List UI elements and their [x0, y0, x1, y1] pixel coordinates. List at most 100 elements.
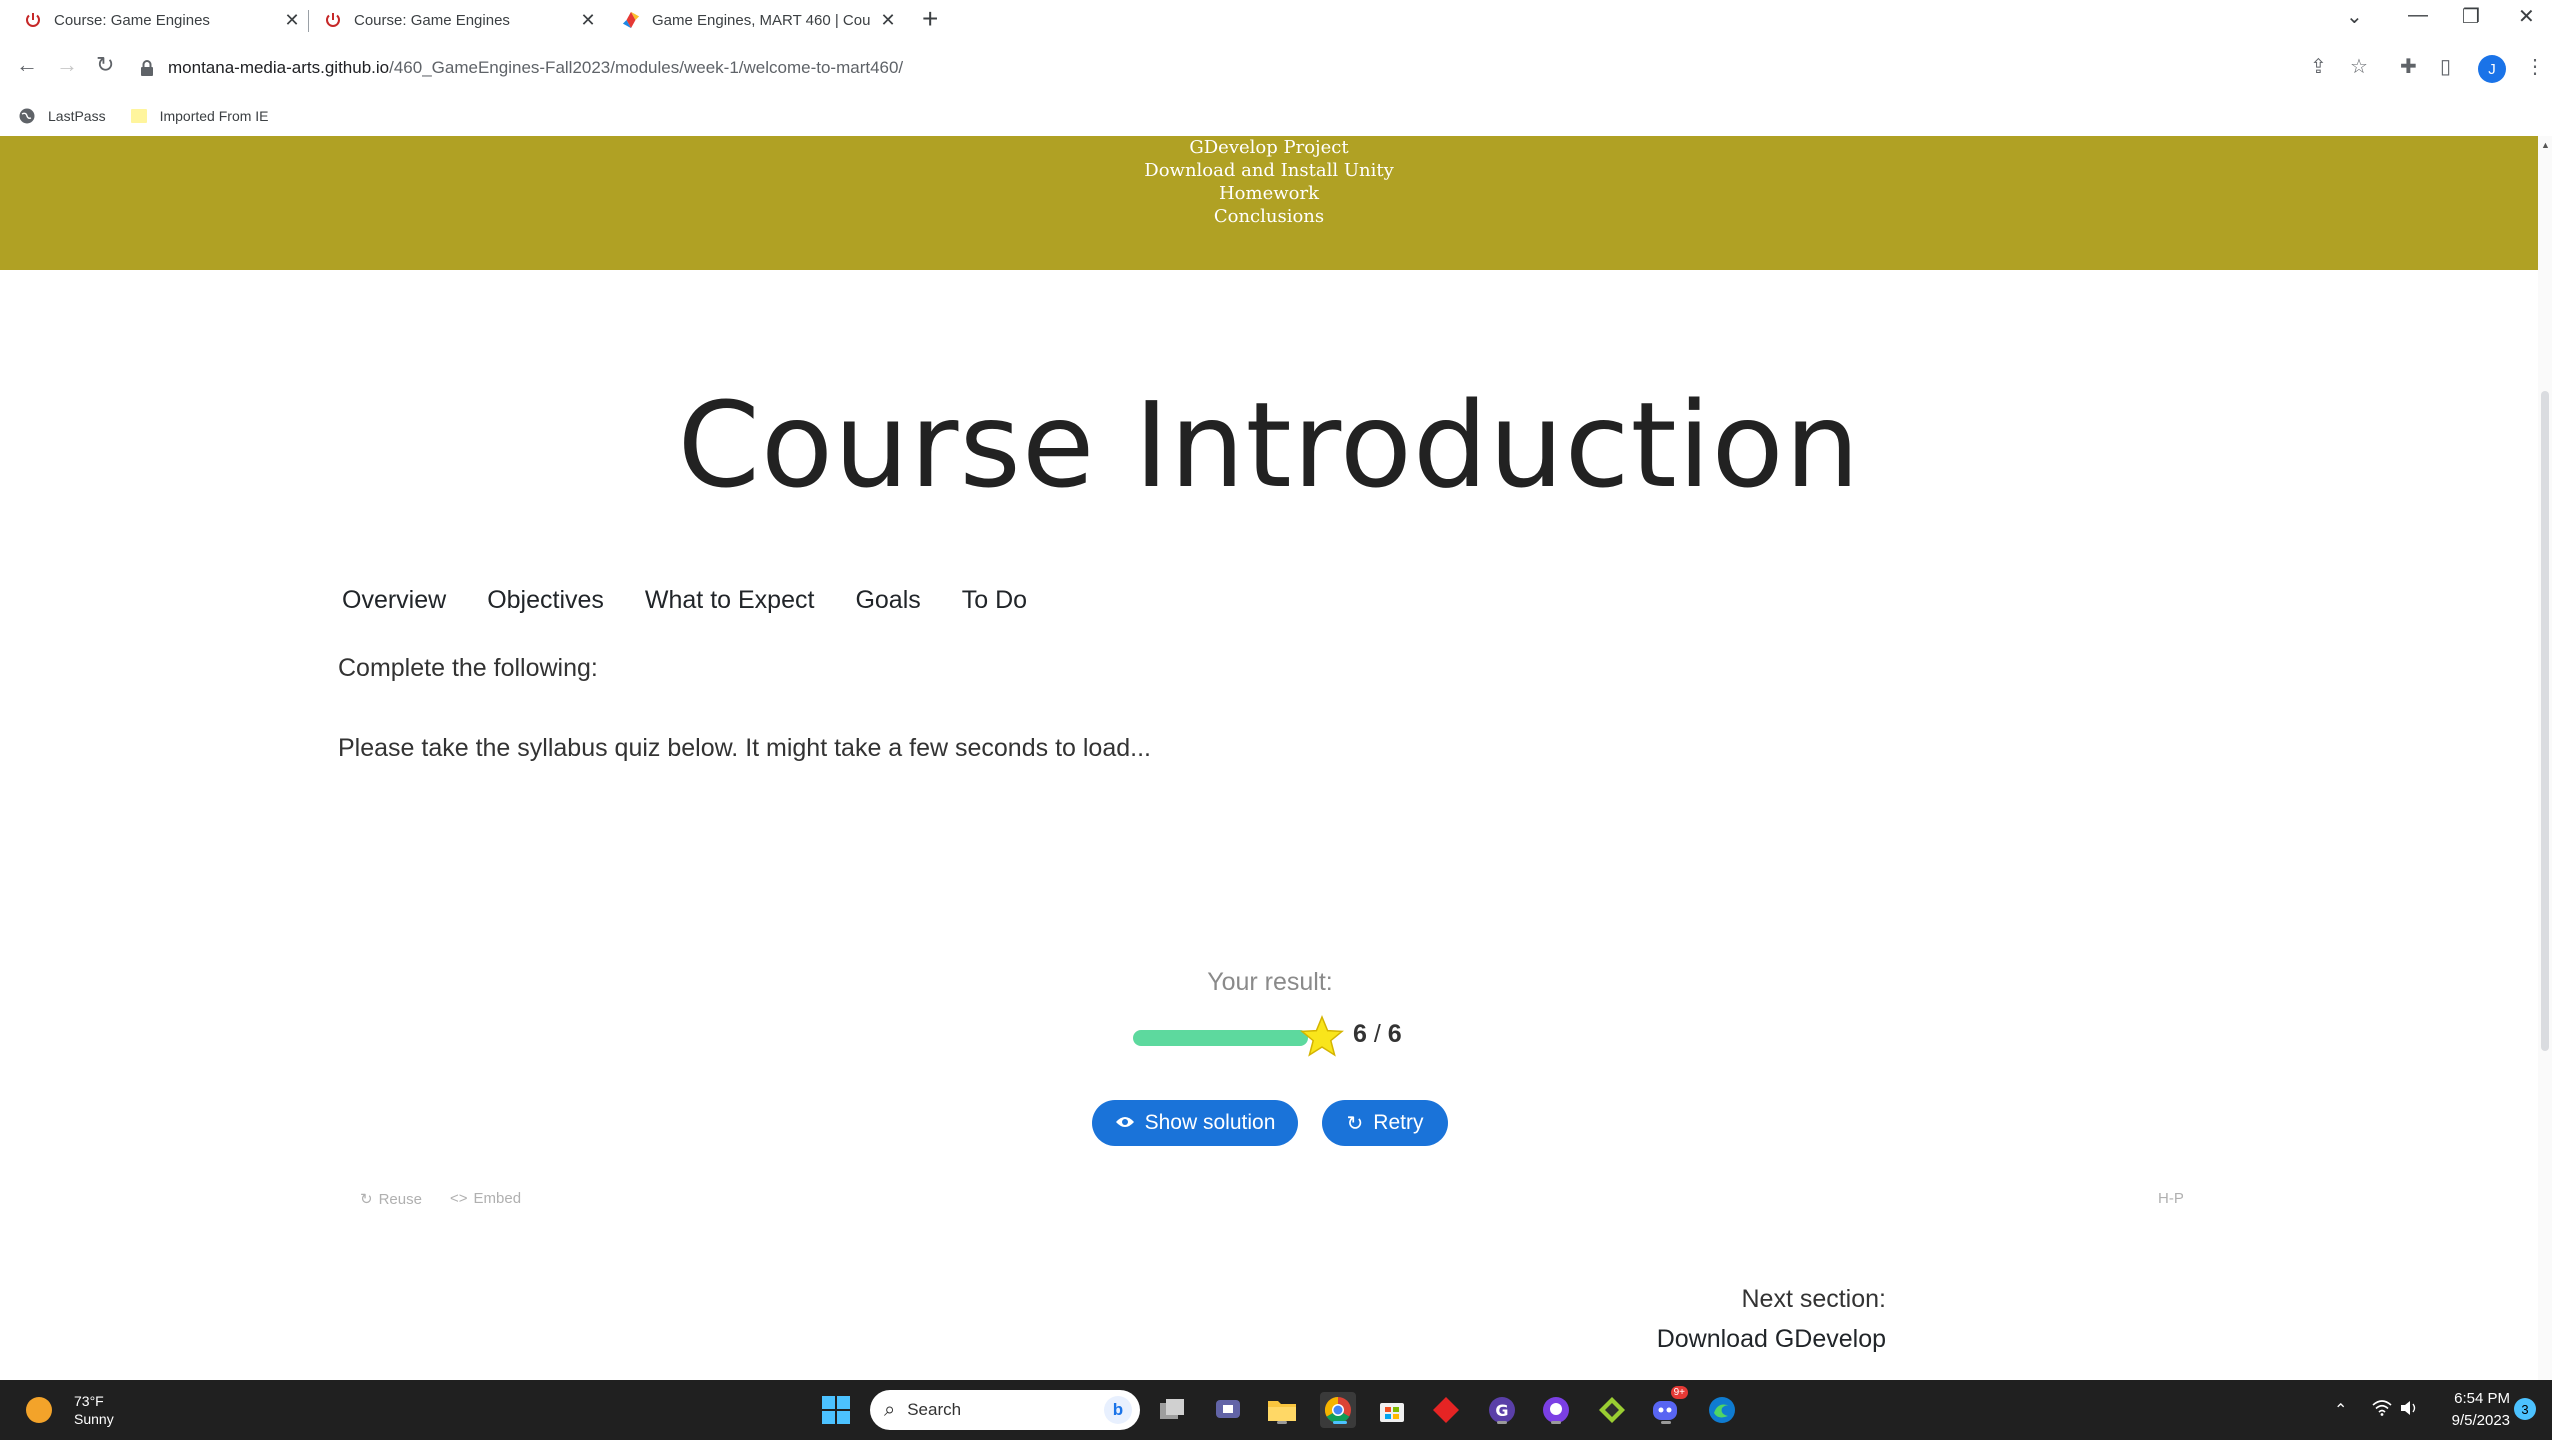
- tab-to-do[interactable]: To Do: [958, 586, 1031, 615]
- close-tab-icon[interactable]: ✕: [576, 10, 600, 31]
- bookmark-imported-from-ie[interactable]: Imported From IE: [130, 107, 269, 125]
- toc-link-homework[interactable]: Homework: [0, 182, 2538, 205]
- tab-overview[interactable]: Overview: [338, 586, 450, 615]
- toc-link-gdevelop-project[interactable]: GDevelop Project: [0, 136, 2538, 159]
- bookmark-label: Imported From IE: [159, 108, 269, 124]
- browser-tab-1[interactable]: Course: Game Engines ✕: [24, 0, 304, 40]
- scroll-up-arrow-icon[interactable]: ▲: [2541, 140, 2550, 150]
- score-max: 6: [1387, 1020, 1402, 1048]
- side-panel-icon[interactable]: ▯: [2440, 54, 2451, 79]
- temperature: 73°F: [74, 1393, 104, 1409]
- tab-goals[interactable]: Goals: [851, 586, 924, 615]
- weather-widget[interactable]: 73°F Sunny: [26, 1392, 114, 1428]
- running-indicator: [1497, 1421, 1507, 1424]
- chrome-icon[interactable]: [1320, 1392, 1356, 1428]
- h5p-logo[interactable]: H-P: [2158, 1190, 2184, 1207]
- bookmark-star-icon[interactable]: ☆: [2350, 54, 2368, 79]
- result-label: Your result:: [1207, 968, 1333, 996]
- discord-icon[interactable]: 9+: [1648, 1386, 1688, 1428]
- next-section-link[interactable]: Download GDevelop: [1657, 1325, 1886, 1354]
- share-icon[interactable]: ⇪: [2310, 54, 2327, 79]
- close-window-button[interactable]: ✕: [2518, 4, 2535, 29]
- running-indicator: [1551, 1421, 1561, 1424]
- windows-start-icon[interactable]: [818, 1392, 854, 1428]
- scrollbar-thumb[interactable]: [2541, 391, 2549, 1051]
- gdevelop-icon[interactable]: G: [1484, 1392, 1520, 1428]
- canvas-logo-icon: [622, 11, 640, 29]
- menu-icon[interactable]: ⋮: [2525, 54, 2545, 79]
- page-scrollbar[interactable]: ▲: [2538, 136, 2552, 1380]
- show-solution-button[interactable]: Show solution: [1092, 1100, 1298, 1146]
- tab-search-icon[interactable]: ⌄: [2346, 4, 2363, 29]
- new-tab-button[interactable]: +: [922, 3, 938, 35]
- red-diamond-app-icon[interactable]: [1428, 1392, 1464, 1428]
- clock-time: 6:54 PM: [2454, 1390, 2510, 1407]
- windows-taskbar: 73°F Sunny ⌕ Search b G 9+ ⌃ 6:54 PM 9/5…: [0, 1380, 2552, 1440]
- file-explorer-icon[interactable]: [1264, 1392, 1300, 1428]
- running-indicator: [1661, 1421, 1671, 1424]
- git-client-icon[interactable]: [1594, 1392, 1630, 1428]
- browser-tab-3-active[interactable]: Game Engines, MART 460 | Cou ✕: [622, 0, 900, 40]
- section-tabs: Overview Objectives What to Expect Goals…: [338, 586, 1064, 615]
- folder-icon: [130, 107, 148, 125]
- eye-icon: [1115, 1112, 1135, 1135]
- clock-date: 9/5/2023: [2451, 1412, 2510, 1429]
- close-tab-icon[interactable]: ✕: [280, 10, 304, 31]
- system-clock[interactable]: 6:54 PM 9/5/2023: [2440, 1388, 2510, 1432]
- tab-title: Course: Game Engines: [54, 11, 210, 29]
- show-solution-label: Show solution: [1144, 1111, 1276, 1134]
- toc-link-conclusions[interactable]: Conclusions: [0, 205, 2538, 228]
- reuse-icon: ↻: [360, 1191, 373, 1208]
- wifi-icon[interactable]: [2372, 1400, 2392, 1421]
- task-view-icon[interactable]: [1154, 1392, 1190, 1428]
- back-button[interactable]: ←: [16, 52, 38, 78]
- github-desktop-icon[interactable]: [1538, 1392, 1574, 1428]
- running-indicator: [1277, 1421, 1287, 1424]
- tab-what-to-expect[interactable]: What to Expect: [641, 586, 819, 615]
- bookmark-label: LastPass: [48, 108, 106, 124]
- lock-icon: [140, 60, 154, 76]
- url-path: /460_GameEngines-Fall2023/modules/week-1…: [389, 58, 904, 77]
- profile-avatar[interactable]: J: [2478, 55, 2506, 83]
- score-slash: /: [1366, 1020, 1388, 1048]
- bing-icon[interactable]: b: [1104, 1396, 1132, 1424]
- power-icon: [24, 11, 42, 29]
- star-icon: [1300, 1015, 1344, 1057]
- bookmarks-bar: LastPass Imported From IE: [0, 96, 2552, 136]
- tab-divider: [308, 10, 309, 32]
- microsoft-store-icon[interactable]: [1374, 1392, 1410, 1428]
- notification-count-badge[interactable]: 3: [2514, 1398, 2536, 1420]
- extensions-icon[interactable]: ✚: [2400, 54, 2417, 79]
- tab-objectives[interactable]: Objectives: [483, 586, 608, 615]
- forward-button[interactable]: →: [56, 52, 78, 78]
- weather-condition: Sunny: [74, 1411, 114, 1427]
- instruction-text: Complete the following:: [338, 654, 598, 682]
- address-bar[interactable]: montana-media-arts.github.io/460_GameEng…: [140, 52, 903, 84]
- power-icon: [324, 11, 342, 29]
- retry-button[interactable]: ↻ Retry: [1322, 1100, 1448, 1146]
- table-of-contents-panel: GDevelop Project Download and Install Un…: [0, 136, 2538, 270]
- score-text: 6 / 6: [1353, 1020, 1402, 1049]
- quiz-note-text: Please take the syllabus quiz below. It …: [338, 734, 1151, 762]
- score-progress-bar: [1133, 1030, 1308, 1046]
- restore-button[interactable]: ❐: [2462, 4, 2480, 29]
- teams-chat-icon[interactable]: [1210, 1392, 1246, 1428]
- active-indicator: [1333, 1421, 1347, 1424]
- embed-link[interactable]: <> Embed: [450, 1190, 521, 1207]
- minimize-button[interactable]: —: [2408, 4, 2428, 27]
- search-placeholder: Search: [907, 1400, 962, 1419]
- search-icon: ⌕: [884, 1398, 896, 1421]
- edge-icon[interactable]: [1704, 1392, 1740, 1428]
- toc-link-download-install-unity[interactable]: Download and Install Unity: [0, 159, 2538, 182]
- browser-tab-2[interactable]: Course: Game Engines ✕: [324, 0, 600, 40]
- reload-button[interactable]: ↻: [96, 52, 114, 78]
- bookmark-lastpass[interactable]: LastPass: [18, 107, 106, 125]
- svg-text:G: G: [1495, 1401, 1508, 1420]
- h5p-quiz-widget: Your result: 6 / 6 Show solution ↻ Retry…: [338, 820, 2188, 1208]
- reuse-link[interactable]: ↻ Reuse: [360, 1190, 422, 1209]
- score-value: 6: [1353, 1020, 1367, 1048]
- volume-icon[interactable]: [2400, 1400, 2420, 1421]
- taskbar-search-input[interactable]: ⌕ Search b: [870, 1390, 1140, 1430]
- close-tab-icon[interactable]: ✕: [876, 10, 900, 31]
- show-hidden-icons-chevron-icon[interactable]: ⌃: [2334, 1400, 2347, 1420]
